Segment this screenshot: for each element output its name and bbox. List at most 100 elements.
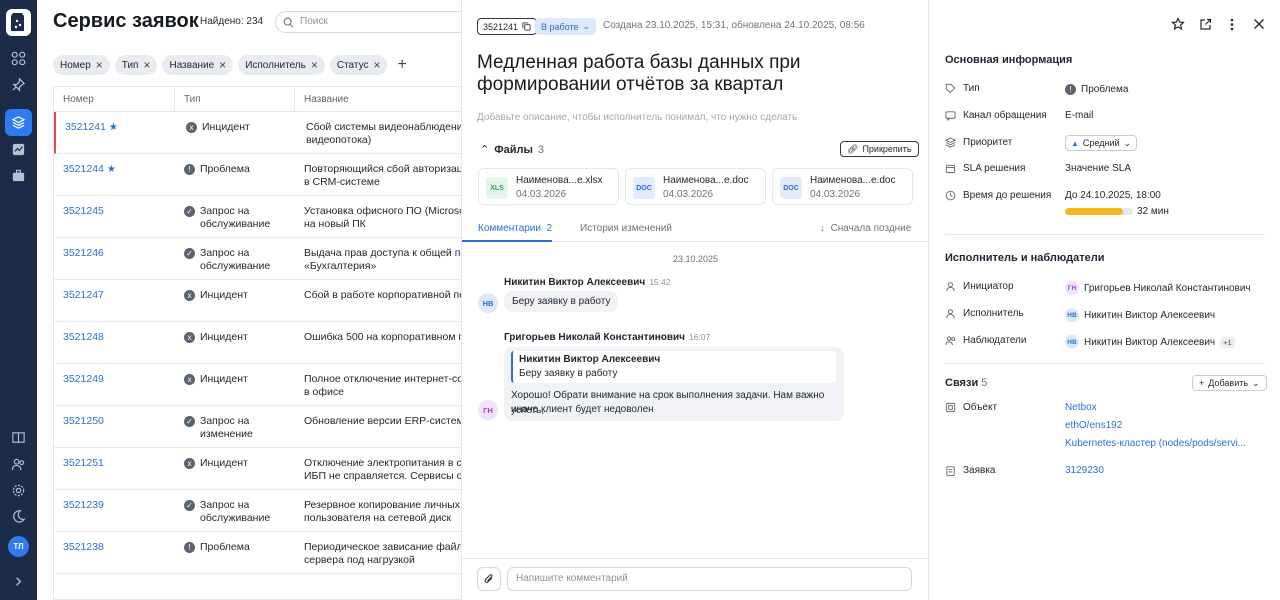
tab-label: Комментарии	[478, 223, 541, 234]
tab-comments[interactable]: Комментарии 2	[478, 223, 552, 234]
ticket-type: x Инцидент	[186, 121, 296, 134]
layers-icon[interactable]	[5, 109, 32, 136]
tab-history[interactable]: История изменений	[580, 223, 672, 234]
table-row[interactable]: 3521245 ✓ Запрос на обслуживание Установка …	[54, 196, 461, 238]
object-link[interactable]: ethO/ens192	[1065, 420, 1122, 431]
theme-moon-icon[interactable]	[0, 504, 37, 528]
problem-icon: !	[1065, 84, 1076, 95]
ticket-id-badge[interactable]: 3521241	[477, 18, 538, 35]
attach-file-button[interactable]	[477, 567, 501, 591]
ticket-title[interactable]: Медленная работа базы данных при формиро…	[477, 52, 917, 96]
ticket-name: Установка офисного ПО (Microsoft Oна нов…	[304, 205, 461, 231]
close-icon[interactable]: ×	[311, 58, 318, 72]
table-row[interactable]: 3521247 x Инцидент Сбой в работе корпоратив…	[54, 280, 461, 322]
ticket-number[interactable]: 3521246	[63, 247, 104, 259]
ticket-number[interactable]: 3521250	[63, 415, 104, 427]
column-header-name[interactable]: Название	[295, 87, 461, 112]
file-card[interactable]: DOC Наименова...e.doc 04.03.2026	[772, 168, 913, 205]
search-input[interactable]: Поиск	[275, 11, 475, 33]
filter-chip[interactable]: Исполнитель ×	[238, 55, 325, 75]
ticket-name: Отключение электропитания в сервИБП не с…	[304, 457, 461, 483]
briefcase-icon[interactable]	[0, 163, 37, 187]
ticket-number[interactable]: 3521251	[63, 457, 104, 469]
column-header-type[interactable]: Тип	[175, 87, 295, 112]
expand-chevron-icon[interactable]	[0, 569, 37, 593]
quoted-reply[interactable]: Никитин Виктор Алексеевич Беру заявку в …	[511, 351, 836, 383]
table-row[interactable]: 3521244 ★ ! Проблема Повторяющийся сбой авто…	[54, 154, 461, 196]
table-row[interactable]: 3521246 ✓ Запрос на обслуживание Выдача пра…	[54, 238, 461, 280]
user-avatar[interactable]: ТЛ	[8, 536, 29, 557]
ticket-number[interactable]: 3521249	[63, 373, 104, 385]
ticket-type: ! Проблема	[184, 163, 294, 176]
ticket-number[interactable]: 3521238	[63, 541, 104, 553]
users-icon[interactable]	[0, 452, 37, 476]
priority-value: Средний	[1082, 138, 1120, 148]
initiator-value[interactable]: ГН Григорьев Николай Константинович	[1065, 281, 1251, 295]
ticket-number[interactable]: 3521248	[63, 331, 104, 343]
files-section-toggle[interactable]: ⌃ Файлы 3	[480, 143, 544, 157]
group-icon	[945, 336, 956, 346]
app-logo[interactable]	[6, 9, 31, 36]
table-row[interactable]: 3521241 ★ x Инцидент Сбой системы видеонаблю…	[54, 112, 461, 154]
close-icon[interactable]: ×	[219, 58, 226, 72]
filter-chip[interactable]: Название ×	[162, 55, 234, 75]
person-name: Никитин Виктор Алексеевич	[1084, 309, 1216, 321]
ticket-number[interactable]: 3521239	[63, 499, 104, 511]
doc-file-icon: DOC	[633, 177, 655, 199]
field-label: Объект	[963, 402, 998, 413]
active-tab-indicator	[462, 240, 552, 242]
table-row[interactable]: 3521248 x Инцидент Ошибка 500 на корпоратив…	[54, 322, 461, 364]
sort-toggle[interactable]: ↓ Сначала поздние	[820, 223, 911, 234]
table-row[interactable]: 3521251 x Инцидент Отключение электропитани…	[54, 448, 461, 490]
table-row[interactable]: 3521250 ✓ Запрос на изменение Обновление ве…	[54, 406, 461, 448]
star-icon[interactable]: ★	[107, 164, 116, 175]
status-dropdown[interactable]: В работе ⌄	[535, 18, 597, 35]
close-icon[interactable]: ×	[143, 58, 150, 72]
analytics-icon[interactable]	[0, 137, 37, 161]
pin-icon[interactable]	[0, 72, 37, 96]
ticket-number[interactable]: 3521241 ★	[65, 121, 118, 133]
watchers-value[interactable]: НВ Никитин Виктор Алексеевич +1	[1065, 335, 1235, 349]
type-label: Инцидент	[200, 373, 248, 385]
ticket-number[interactable]: 3521244 ★	[63, 163, 116, 175]
file-card[interactable]: DOC Наименова...e.doc 04.03.2026	[625, 168, 766, 205]
priority-dropdown[interactable]: ▲ Средний ⌄	[1065, 135, 1138, 151]
copy-icon[interactable]	[522, 22, 531, 31]
star-icon[interactable]: ★	[109, 122, 118, 133]
settings-icon[interactable]	[0, 478, 37, 502]
comment-input[interactable]: Напишите комментарий	[507, 567, 912, 591]
file-name: Наименова...e.xlsx	[516, 175, 603, 186]
type-icon: x	[186, 122, 197, 133]
file-card[interactable]: XLS Наименова...e.xlsx 04.03.2026	[478, 168, 619, 205]
filter-chip[interactable]: Статус ×	[329, 55, 388, 75]
column-header-number[interactable]: Номер	[54, 87, 175, 112]
field-label: Инициатор	[963, 281, 1014, 292]
name-line: Повторяющийся сбой авторизации	[304, 163, 461, 175]
add-link-button[interactable]: + Добавить ⌄	[1192, 375, 1267, 391]
add-filter-icon[interactable]: +	[397, 56, 406, 74]
plus-icon: +	[1199, 378, 1205, 388]
type-label: Запрос на обслуживание	[200, 247, 271, 272]
filter-chip[interactable]: Тип ×	[114, 55, 158, 75]
close-icon[interactable]: ×	[96, 58, 103, 72]
paperclip-icon	[484, 574, 493, 583]
ticket-name: Повторяющийся сбой авторизации в CRM-сист…	[304, 163, 461, 189]
ticket-number[interactable]: 3521245	[63, 205, 104, 217]
object-link[interactable]: Kubernetes-кластер (nodes/pods/servi...	[1065, 438, 1246, 449]
book-icon[interactable]	[0, 425, 37, 449]
dashboard-icon[interactable]	[0, 46, 37, 70]
attach-button[interactable]: 🔗︎ Прикрепить	[840, 141, 919, 157]
executor-value[interactable]: НВ Никитин Виктор Алексеевич	[1065, 308, 1215, 322]
object-link[interactable]: Netbox	[1065, 402, 1097, 413]
files-count: 3	[537, 143, 544, 156]
table-row[interactable]: 3521239 ✓ Запрос на обслуживание Резервное …	[54, 490, 461, 532]
description-placeholder[interactable]: Добавьте описание, чтобы исполнитель пон…	[477, 112, 797, 123]
more-watchers-badge[interactable]: +1	[1220, 336, 1235, 348]
ticket-number[interactable]: 3521247	[63, 289, 104, 301]
linked-ticket[interactable]: 3129230	[1065, 465, 1104, 476]
close-icon[interactable]: ×	[373, 58, 380, 72]
table-row[interactable]: 3521238! Проблема Периодическое зависание …	[54, 532, 461, 574]
table-row[interactable]: 3521249 x Инцидент Полное отключение интерн…	[54, 364, 461, 406]
filter-chip[interactable]: Номер ×	[53, 55, 110, 75]
field-label: Время до решения	[963, 190, 1052, 201]
